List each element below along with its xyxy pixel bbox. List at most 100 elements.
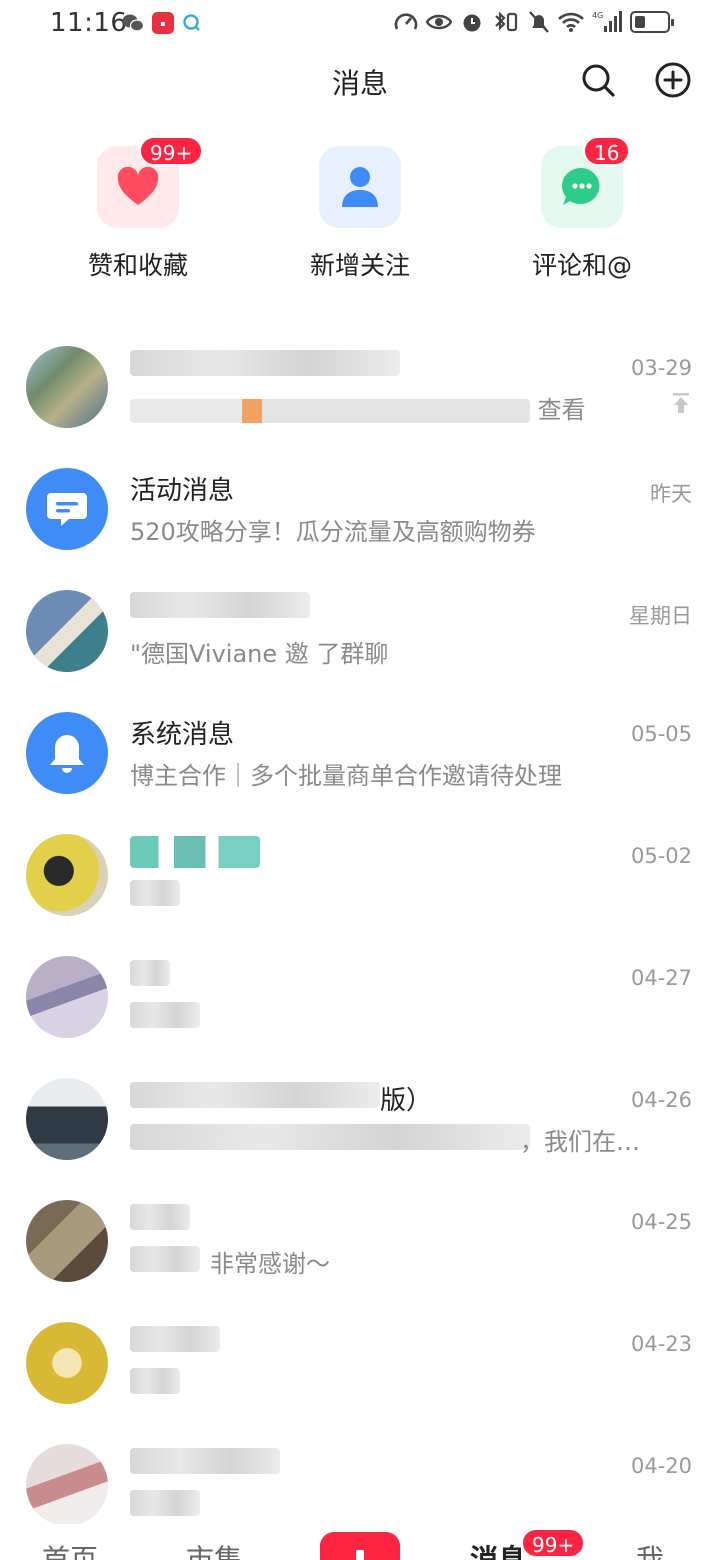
likes-badge: 99+ — [139, 136, 204, 166]
messages-nav-badge: 99+ — [521, 1528, 586, 1558]
group-avatar — [26, 590, 108, 672]
blurred-preview — [130, 1246, 200, 1272]
blurred-name — [130, 1082, 380, 1108]
message-preview: 查看 — [130, 390, 586, 425]
message-preview: ，我们在… — [520, 1128, 640, 1156]
nav-me[interactable]: 我 — [636, 1538, 664, 1560]
message-time: 04-27 — [630, 966, 692, 990]
message-time: 05-05 — [630, 722, 692, 746]
comments-and-mentions-entry[interactable]: 16 评论和@ — [482, 136, 682, 282]
battery-icon — [630, 11, 674, 33]
mute-bell-icon — [529, 11, 549, 33]
search-icon[interactable] — [578, 60, 618, 100]
followers-tile — [319, 146, 401, 228]
bell-icon — [50, 735, 84, 773]
message-title: 系统消息 — [130, 720, 235, 750]
publish-button[interactable] — [320, 1532, 400, 1560]
activity-avatar — [26, 468, 108, 550]
nav-home[interactable]: 首页 — [42, 1538, 98, 1560]
blurred-name — [130, 592, 310, 618]
avatar — [26, 1078, 108, 1160]
new-followers-entry[interactable]: 新增关注 — [260, 146, 460, 282]
blurred-preview — [130, 1124, 530, 1150]
blurred-name — [130, 960, 170, 986]
followers-label: 新增关注 — [309, 251, 410, 280]
wifi-icon — [558, 12, 584, 32]
message-preview: 520攻略分享！瓜分流量及高额购物券 — [130, 518, 536, 546]
message-time: 04-23 — [630, 1332, 692, 1356]
blurred-preview — [130, 1368, 180, 1394]
nav-messages[interactable]: 消息 — [470, 1538, 526, 1560]
app-notification-icon: ▪ — [152, 12, 174, 34]
blurred-preview — [130, 880, 180, 906]
wechat-icon — [122, 14, 144, 32]
comments-tile: 16 — [541, 136, 631, 228]
likes-and-favorites-entry[interactable]: 99+ 赞和收藏 — [38, 136, 238, 282]
status-time: 11:16 — [50, 8, 128, 38]
person-icon — [342, 167, 378, 207]
preview-text: 查看 — [537, 396, 586, 424]
message-time: 04-25 — [630, 1210, 692, 1234]
status-notification-icons: ▪ — [122, 12, 202, 34]
message-time: 04-20 — [630, 1454, 692, 1478]
message-preview: 博主合作｜多个批量商单合作邀请待处理 — [130, 762, 562, 790]
blurred-preview — [130, 1490, 200, 1516]
add-circle-icon[interactable] — [653, 60, 693, 100]
blurred-preview — [130, 399, 530, 423]
message-row[interactable]: 05-02 — [0, 814, 720, 936]
comments-badge: 16 — [583, 136, 631, 166]
message-title: 活动消息 — [130, 476, 235, 506]
avatar — [26, 956, 108, 1038]
message-time: 03-29 — [630, 356, 692, 380]
header: 消息 — [0, 56, 720, 108]
avatar — [26, 834, 108, 916]
blurred-name — [130, 350, 400, 376]
avatar — [26, 1200, 108, 1282]
message-time: 05-02 — [630, 844, 692, 868]
avatar — [26, 1444, 108, 1526]
pin-icon — [673, 393, 689, 413]
quick-entries: 99+ 赞和收藏 新增关注 16 评论和@ — [0, 136, 720, 286]
likes-label: 赞和收藏 — [87, 251, 188, 280]
eye-icon — [426, 14, 452, 30]
message-list: 查看 03-29 活动消息 520攻略分享！瓜分流量及高额购物券 昨天 "德国V… — [0, 326, 720, 1546]
message-time: 星期日 — [629, 604, 692, 628]
message-row[interactable]: 活动消息 520攻略分享！瓜分流量及高额购物券 昨天 — [0, 448, 720, 570]
blurred-preview — [130, 1002, 200, 1028]
message-row[interactable]: 04-27 — [0, 936, 720, 1058]
signal-icon: 4G — [592, 11, 622, 32]
message-preview: "德国Viviane 邀 了群聊 — [130, 640, 389, 668]
bottom-nav: 首页 市集 消息 我 — [0, 1524, 720, 1560]
avatar — [26, 1322, 108, 1404]
comments-label: 评论和@ — [531, 251, 632, 280]
avatar — [26, 346, 108, 428]
chat-bubble-icon — [562, 167, 600, 205]
blurred-name — [130, 1448, 280, 1474]
blurred-name — [130, 836, 260, 868]
plus-icon — [356, 1550, 364, 1560]
network-type-label: 4G — [592, 11, 603, 20]
message-time: 04-26 — [630, 1088, 692, 1112]
status-bar: 11:16 ▪ 4G — [0, 0, 720, 48]
message-row[interactable]: 非常感谢～ 04-25 — [0, 1180, 720, 1302]
message-title: 版） — [380, 1086, 433, 1116]
alarm-icon — [463, 14, 481, 32]
heart-icon — [117, 167, 159, 205]
message-row[interactable]: 版） ，我们在… 04-26 — [0, 1058, 720, 1180]
message-bubble-icon — [47, 493, 87, 526]
blurred-name — [130, 1326, 220, 1352]
nav-market[interactable]: 市集 — [186, 1538, 242, 1560]
speed-gauge-icon — [394, 13, 418, 30]
message-row[interactable]: 查看 03-29 — [0, 326, 720, 448]
message-row[interactable]: 系统消息 博主合作｜多个批量商单合作邀请待处理 05-05 — [0, 692, 720, 814]
system-avatar — [26, 712, 108, 794]
message-preview: 非常感谢～ — [210, 1250, 330, 1278]
blurred-name — [130, 1204, 190, 1230]
status-system-icons: 4G — [394, 10, 674, 34]
bluetooth-vibrate-icon — [495, 11, 518, 32]
message-row[interactable]: 04-23 — [0, 1302, 720, 1424]
search-app-icon — [183, 14, 200, 31]
message-row[interactable]: "德国Viviane 邀 了群聊 星期日 — [0, 570, 720, 692]
likes-tile: 99+ — [97, 136, 204, 228]
message-time: 昨天 — [650, 482, 692, 506]
